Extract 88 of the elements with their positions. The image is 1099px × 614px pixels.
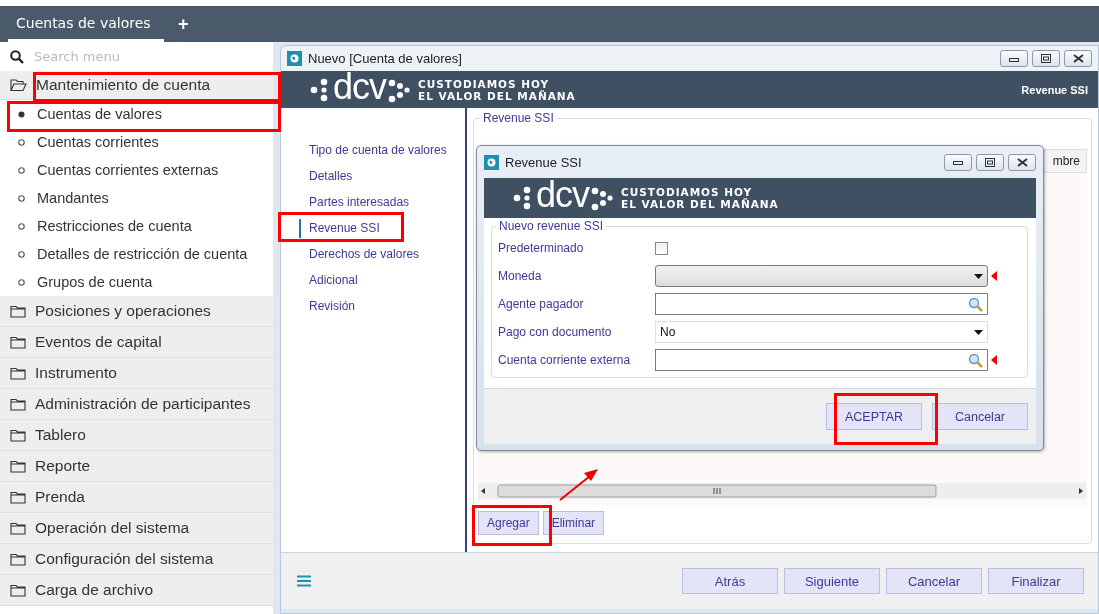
slogan-text: CUSTODIAMOS HOY [418, 77, 551, 90]
menu-section[interactable]: Prenda [0, 482, 273, 513]
menu-section[interactable]: Instrumento [0, 358, 273, 389]
menu-section[interactable]: Reporte [0, 451, 273, 482]
slogan-text: EL VALOR DEL MAÑANA [621, 198, 779, 210]
field-label: Moneda [498, 269, 543, 283]
wizard-step[interactable]: Revisión [299, 297, 465, 316]
add-tab-button[interactable]: + [174, 13, 193, 35]
wizard-step[interactable]: Adicional [299, 271, 465, 290]
panel-button[interactable]: Eliminar [542, 511, 605, 535]
menu-item[interactable]: Restricciones de cuenta [0, 212, 273, 240]
globe-icon [287, 51, 302, 66]
window-title: Revenue SSI [505, 154, 583, 170]
logo-text: dcv [333, 71, 387, 102]
menu-item[interactable]: Grupos de cuenta [0, 268, 273, 296]
caret-icon [974, 273, 983, 279]
menu-item[interactable]: Cuentas corrientes [0, 128, 273, 156]
menu-item[interactable]: Detalles de restricción de cuenta [0, 240, 273, 268]
horizontal-scrollbar[interactable] [478, 483, 1086, 499]
dropdown-field[interactable]: No [655, 321, 988, 343]
field-label: Predeterminado [498, 241, 585, 255]
dialog-button[interactable]: ACEPTAR [826, 403, 922, 430]
close-button[interactable] [1008, 153, 1036, 171]
group-legend: Nuevo revenue SSI [496, 219, 607, 233]
menu-section[interactable]: Tablero [0, 420, 273, 451]
menu-section[interactable]: Carga de archivo [0, 575, 273, 606]
folder-icon [10, 552, 26, 566]
search-icon [10, 49, 24, 64]
folder-icon [10, 335, 26, 349]
search-icon[interactable] [968, 296, 983, 312]
wizard-step[interactable]: Detalles [299, 167, 465, 186]
field-label: Pago con documento [498, 325, 613, 339]
menu-section[interactable]: Configuración del sistema [0, 544, 273, 575]
menu-icon[interactable] [297, 575, 311, 587]
globe-icon [484, 154, 499, 170]
lookup-field[interactable] [655, 293, 988, 315]
close-icon [1016, 157, 1028, 167]
menu-item[interactable]: Cuentas corrientes externas [0, 156, 273, 184]
lookup-field[interactable] [655, 349, 988, 371]
folder-icon [10, 304, 26, 318]
menu-item[interactable]: Cuentas de valores [0, 100, 273, 128]
dots-icon [591, 185, 614, 211]
folder-icon [10, 397, 26, 411]
menu-section[interactable]: Operación del sistema [0, 513, 273, 544]
field-label: Cuenta corriente externa [498, 353, 632, 367]
search-icon[interactable] [968, 352, 983, 368]
slogan-text: EL VALOR DEL MAÑANA [418, 89, 576, 102]
folder-icon [10, 366, 26, 380]
wizard-step[interactable]: Partes interesadas [299, 193, 465, 212]
folder-icon [10, 583, 26, 597]
dialog-button[interactable]: Cancelar [932, 403, 1028, 430]
menu-item[interactable]: Mandantes [0, 184, 273, 212]
folder-icon [10, 459, 26, 473]
folder-icon [10, 521, 26, 535]
checkbox[interactable] [655, 241, 668, 255]
maximize-button[interactable] [1032, 50, 1060, 67]
panel-button[interactable]: Agregar [478, 511, 539, 535]
caret-icon [974, 329, 983, 335]
footer-button[interactable]: Cancelar [886, 568, 982, 594]
footer-button[interactable]: Atrás [682, 568, 778, 594]
wizard-step[interactable]: Derechos de valores [299, 245, 465, 264]
menu-section[interactable]: Administración de participantes [0, 389, 273, 420]
annotation-arrow [558, 466, 600, 502]
footer-button[interactable]: Finalizar [988, 568, 1084, 594]
maximize-button[interactable] [976, 153, 1004, 171]
minimize-button[interactable] [944, 153, 972, 171]
dropdown-field[interactable] [655, 265, 988, 287]
minimize-icon [1009, 55, 1019, 62]
panel-legend: Revenue SSI [480, 111, 557, 125]
menu-section[interactable]: Posiciones y operaciones [0, 296, 273, 327]
logo-text: dcv [536, 180, 590, 210]
folder-open-icon [10, 78, 27, 92]
wizard-step[interactable]: Revenue SSI [299, 219, 465, 238]
maximize-icon [985, 157, 995, 167]
wizard-step[interactable]: Tipo de cuenta de valores [299, 141, 465, 160]
field-label: Agente pagador [498, 297, 585, 311]
slogan-text: CUSTODIAMOS HOY [621, 186, 754, 198]
page-title: Revenue SSI [1021, 83, 1088, 96]
footer-button[interactable]: Siguiente [784, 568, 880, 594]
folder-icon [10, 428, 26, 442]
close-button[interactable] [1064, 50, 1092, 67]
minimize-button[interactable] [1000, 50, 1028, 67]
menu-section[interactable]: Eventos de capital [0, 327, 273, 358]
window-title: Nuevo [Cuenta de valores] [308, 51, 463, 66]
close-icon [1072, 54, 1084, 63]
folder-icon [10, 490, 26, 504]
maximize-icon [1041, 54, 1051, 63]
minimize-icon [953, 159, 963, 165]
